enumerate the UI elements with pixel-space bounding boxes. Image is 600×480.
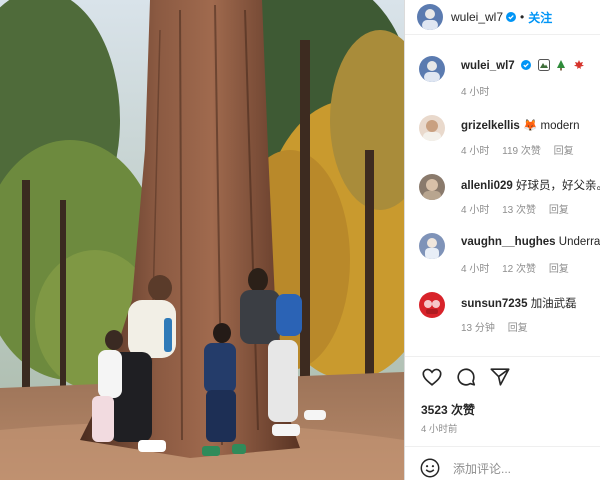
avatar[interactable] (417, 4, 443, 30)
share-icon[interactable] (489, 366, 511, 388)
verified-badge-icon (506, 12, 517, 22)
reply-button[interactable]: 回复 (549, 205, 569, 216)
header-username[interactable]: wulei_wl7 (451, 10, 503, 24)
comment-icon[interactable] (455, 366, 477, 388)
reply-button[interactable]: 回复 (554, 146, 574, 157)
likes-count[interactable]: 3523 次赞 (421, 401, 475, 418)
comment-meta: 4 小时 119 次赞 回复 (461, 142, 584, 157)
post-header: wulei_wl7 • 关注 (405, 0, 600, 35)
post-side-panel: wulei_wl7 • 关注 wulei_wl7 4 小时 grizelkell… (404, 0, 600, 480)
comment-text: 🦊 modern (523, 120, 580, 132)
avatar-image (419, 115, 445, 141)
comment-time: 4 小时 (461, 264, 490, 275)
post-photo[interactable] (0, 0, 404, 480)
avatar[interactable] (419, 233, 445, 259)
comment-username[interactable]: allenli029 (461, 180, 513, 192)
comment-meta: 4 小时 13 次赞 回复 (461, 201, 579, 216)
comment-likes[interactable]: 13 次赞 (502, 205, 536, 216)
comment-line: vaughn__hughes Underrat (461, 236, 600, 248)
follow-button[interactable]: 关注 (528, 9, 552, 26)
avatar-image (417, 4, 443, 30)
header-separator: • (520, 10, 525, 24)
caption-time: 4 小时 (461, 87, 490, 98)
caption-meta: 4 小时 (461, 83, 499, 98)
comment-text: Underrat (558, 236, 600, 248)
forest-family-photo (0, 0, 404, 480)
comment-username[interactable]: sunsun7235 (461, 298, 527, 310)
comment-item: allenli029 好球员，好父亲。 4 小时 13 次赞 回复 (405, 160, 600, 219)
heart-icon[interactable] (421, 366, 443, 388)
emoji-icon[interactable] (419, 457, 441, 479)
comment-item: sunsun7235 加油武磊 13 分钟 回复 (405, 278, 600, 337)
avatar-image (419, 233, 445, 259)
comment-line: allenli029 好球员，好父亲。 (461, 177, 600, 193)
tree-icon (557, 60, 566, 71)
reply-button[interactable]: 回复 (508, 323, 528, 334)
mountain-icon (538, 59, 551, 71)
avatar[interactable] (419, 115, 445, 141)
instagram-post: wulei_wl7 • 关注 wulei_wl7 4 小时 grizelkell… (0, 0, 600, 480)
comment-meta: 4 小时 12 次赞 回复 (461, 260, 579, 275)
avatar[interactable] (419, 292, 445, 318)
caption-line: wulei_wl7 (461, 59, 585, 72)
avatar-image (419, 292, 445, 318)
divider (405, 446, 600, 447)
comment-time: 4 小时 (461, 205, 490, 216)
comment-time: 4 小时 (461, 146, 490, 157)
comment-username[interactable]: vaughn__hughes (461, 236, 556, 248)
avatar[interactable] (419, 56, 445, 82)
comment-line: grizelkellis 🦊 modern (461, 118, 580, 132)
add-comment-input[interactable]: 添加评论... (453, 460, 511, 477)
divider (405, 356, 600, 357)
reply-button[interactable]: 回复 (549, 264, 569, 275)
post-actions (421, 366, 511, 388)
comment-list: wulei_wl7 4 小时 grizelkellis 🦊 modern 4 小… (405, 42, 600, 337)
comment-item: vaughn__hughes Underrat 4 小时 12 次赞 回复 (405, 219, 600, 278)
comment-time: 13 分钟 (461, 323, 495, 334)
avatar[interactable] (419, 174, 445, 200)
caption-item: wulei_wl7 4 小时 (405, 42, 600, 101)
comment-username[interactable]: grizelkellis (461, 120, 520, 132)
comment-text: 加油武磊 (530, 298, 577, 310)
maple-leaf-icon (573, 60, 584, 69)
comment-meta: 13 分钟 回复 (461, 319, 538, 334)
comment-text: 好球员，好父亲。 (516, 180, 600, 192)
caption-username[interactable]: wulei_wl7 (461, 60, 515, 72)
comment-likes[interactable]: 119 次赞 (502, 146, 541, 157)
comment-line: sunsun7235 加油武磊 (461, 295, 577, 311)
avatar-image (419, 174, 445, 200)
post-time: 4 小时前 (421, 424, 458, 435)
avatar-image (419, 56, 445, 82)
comment-item: grizelkellis 🦊 modern 4 小时 119 次赞 回复 (405, 101, 600, 160)
comment-likes[interactable]: 12 次赞 (502, 264, 536, 275)
verified-badge-icon (520, 60, 531, 70)
add-comment-bar: 添加评论... (419, 457, 511, 479)
